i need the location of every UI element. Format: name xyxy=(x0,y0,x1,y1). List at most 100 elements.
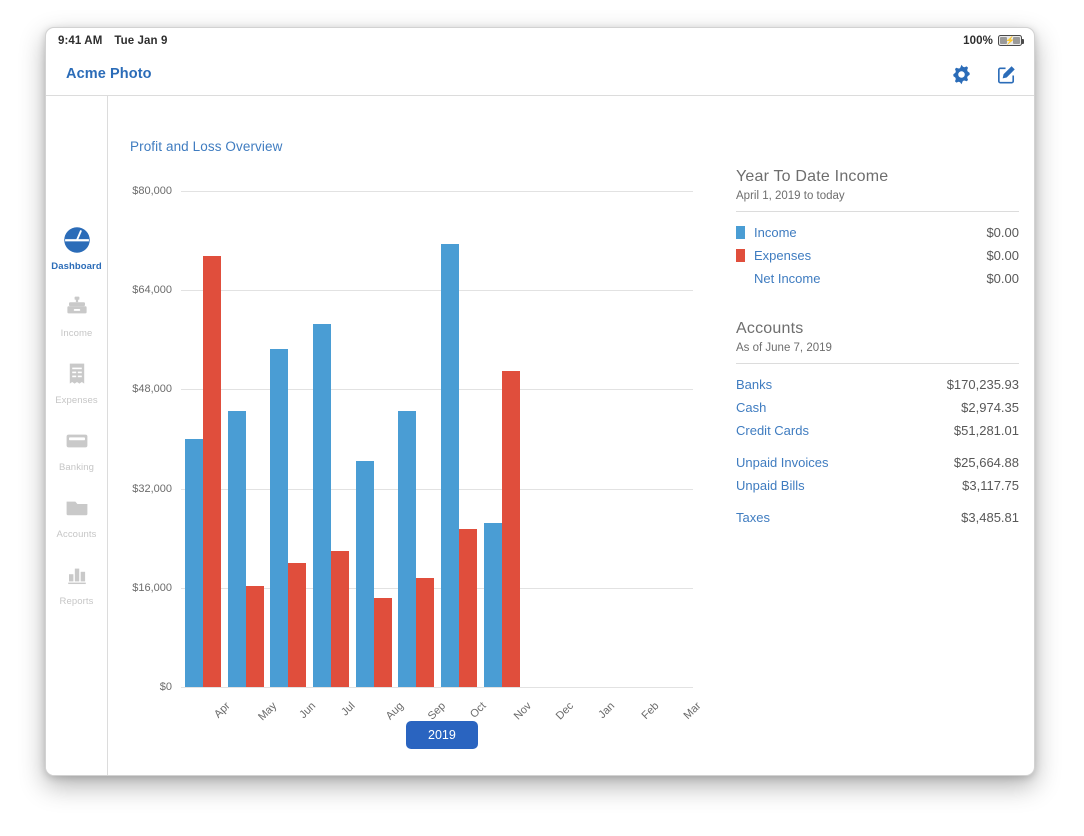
summary-row-label: Expenses xyxy=(754,248,811,263)
cash-register-icon xyxy=(58,288,96,326)
summary-row-value: $0.00 xyxy=(986,248,1019,263)
bar-income-jul[interactable] xyxy=(313,324,331,687)
sidebar-label: Expenses xyxy=(55,395,98,406)
summary-row-value: $2,974.35 xyxy=(961,400,1019,415)
y-axis-tick-label: $80,000 xyxy=(132,185,172,197)
bar-expenses-sep[interactable] xyxy=(416,578,434,687)
bar-expenses-jul[interactable] xyxy=(331,551,349,687)
ytd-heading: Year To Date Income xyxy=(736,168,1019,186)
bar-chart-icon xyxy=(58,556,96,594)
y-axis-tick-label: $48,000 xyxy=(132,383,172,395)
bar-expenses-nov[interactable] xyxy=(502,371,520,687)
x-axis-tick-label: Jun xyxy=(298,700,319,721)
gear-icon[interactable] xyxy=(950,63,973,86)
summary-row[interactable]: Income$0.00 xyxy=(736,221,1019,244)
credit-card-icon xyxy=(58,422,96,460)
bar-income-apr[interactable] xyxy=(185,439,203,687)
sidebar-label: Accounts xyxy=(57,529,97,540)
chart-panel: Profit and Loss Overview $0 $16,000 $32,00… xyxy=(108,96,704,775)
bar-expenses-jun[interactable] xyxy=(288,563,306,687)
y-axis-tick-label: $64,000 xyxy=(132,284,172,296)
bar-expenses-apr[interactable] xyxy=(203,256,221,687)
x-axis-tick-label: Nov xyxy=(511,700,533,722)
summary-row[interactable]: Unpaid Bills $3,117.75 xyxy=(736,474,1019,497)
summary-row[interactable]: Expenses $0.00 xyxy=(736,244,1019,267)
summary-row-label: Banks xyxy=(736,377,772,392)
sidebar-item-banking[interactable]: Banking xyxy=(46,422,107,473)
y-axis-tick-label: $32,000 xyxy=(132,483,172,495)
summary-row[interactable]: Cash $2,974.35 xyxy=(736,396,1019,419)
summary-row-value: $51,281.01 xyxy=(954,423,1019,438)
gridline xyxy=(181,489,693,490)
y-axis-tick-label: $0 xyxy=(160,681,172,693)
battery-percent: 100% xyxy=(963,35,993,47)
divider xyxy=(736,211,1019,212)
gridline xyxy=(181,389,693,390)
summary-row[interactable]: Taxes $3,485.81 xyxy=(736,506,1019,529)
sidebar-label: Income xyxy=(61,328,93,339)
sidebar-label: Reports xyxy=(60,596,94,607)
divider xyxy=(736,363,1019,364)
x-axis-tick-label: Dec xyxy=(554,700,576,722)
summary-row-value: $3,485.81 xyxy=(961,510,1019,525)
accounts-heading: Accounts xyxy=(736,320,1019,338)
bar-expenses-oct[interactable] xyxy=(459,529,477,687)
accounts-rows: Banks$170,235.93 Cash $2,974.35 Credit Card… xyxy=(736,373,1019,529)
group-spacer xyxy=(736,497,1019,506)
status-date: Tue Jan 9 xyxy=(114,35,167,47)
ytd-rows: Income$0.00Expenses$0.00Net Income$0.00 xyxy=(736,221,1019,290)
summary-row-label: Unpaid Bills xyxy=(736,478,805,493)
summary-row[interactable]: Credit Cards $51,281.01 xyxy=(736,419,1019,442)
summary-row[interactable]: Net Income$0.00 xyxy=(736,267,1019,290)
sidebar: Dashboard Income xyxy=(46,96,108,775)
x-axis-tick-label: Apr xyxy=(212,700,233,721)
chart-title: Profit and Loss Overview xyxy=(130,139,282,154)
summary-row[interactable]: Banks$170,235.93 xyxy=(736,373,1019,396)
gridline xyxy=(181,687,693,688)
bar-income-oct[interactable] xyxy=(441,244,459,687)
receipt-icon xyxy=(58,355,96,393)
x-axis-tick-label: Mar xyxy=(682,700,704,722)
x-axis-tick-label: Oct xyxy=(468,700,489,721)
accounts-subheading: As of June 7, 2019 xyxy=(736,342,1019,354)
summary-row-label: Income xyxy=(754,225,797,240)
tablet-device-frame: 9:41 AM Tue Jan 9 100% ⚡ Acme Photo xyxy=(45,27,1035,776)
status-time: 9:41 AM xyxy=(58,35,102,47)
status-bar: 9:41 AM Tue Jan 9 100% ⚡ xyxy=(46,28,1034,53)
summary-row-value: $0.00 xyxy=(986,271,1019,286)
legend-swatch xyxy=(736,226,745,239)
folder-icon xyxy=(58,489,96,527)
gridline xyxy=(181,191,693,192)
sidebar-item-reports[interactable]: Reports xyxy=(46,556,107,607)
sidebar-label: Banking xyxy=(59,462,94,473)
summary-row[interactable]: Unpaid Invoices$25,664.88 xyxy=(736,451,1019,474)
x-axis-tick-label: Jul xyxy=(339,700,357,718)
summary-row-label: Credit Cards xyxy=(736,423,809,438)
compose-icon[interactable] xyxy=(995,63,1018,86)
bar-income-may[interactable] xyxy=(228,411,246,687)
legend-swatch xyxy=(736,249,745,262)
sidebar-item-dashboard[interactable]: Dashboard xyxy=(46,221,107,272)
sidebar-label: Dashboard xyxy=(51,261,102,272)
sidebar-item-accounts[interactable]: Accounts xyxy=(46,489,107,540)
y-axis-tick-label: $16,000 xyxy=(132,582,172,594)
bar-expenses-may[interactable] xyxy=(246,586,264,687)
bar-income-jun[interactable] xyxy=(270,349,288,687)
year-filter-button[interactable]: 2019 xyxy=(406,721,478,749)
x-axis-tick-label: Jan xyxy=(596,700,617,721)
group-spacer xyxy=(736,442,1019,451)
summary-row-value: $3,117.75 xyxy=(962,478,1019,493)
gridline xyxy=(181,290,693,291)
sidebar-item-expenses[interactable]: Expenses xyxy=(46,355,107,406)
bar-income-aug[interactable] xyxy=(356,461,374,687)
bar-income-sep[interactable] xyxy=(398,411,416,687)
sidebar-item-income[interactable]: Income xyxy=(46,288,107,339)
summary-row-label: Cash xyxy=(736,400,766,415)
battery-charging-icon: ⚡ xyxy=(998,35,1022,46)
summary-row-label: Taxes xyxy=(736,510,770,525)
x-axis-tick-label: May xyxy=(256,700,279,723)
x-axis-tick-label: Feb xyxy=(639,700,661,722)
summary-panel: Year To Date Income April 1, 2019 to tod… xyxy=(704,96,1034,775)
bar-income-nov[interactable] xyxy=(484,523,502,687)
bar-expenses-aug[interactable] xyxy=(374,598,392,687)
